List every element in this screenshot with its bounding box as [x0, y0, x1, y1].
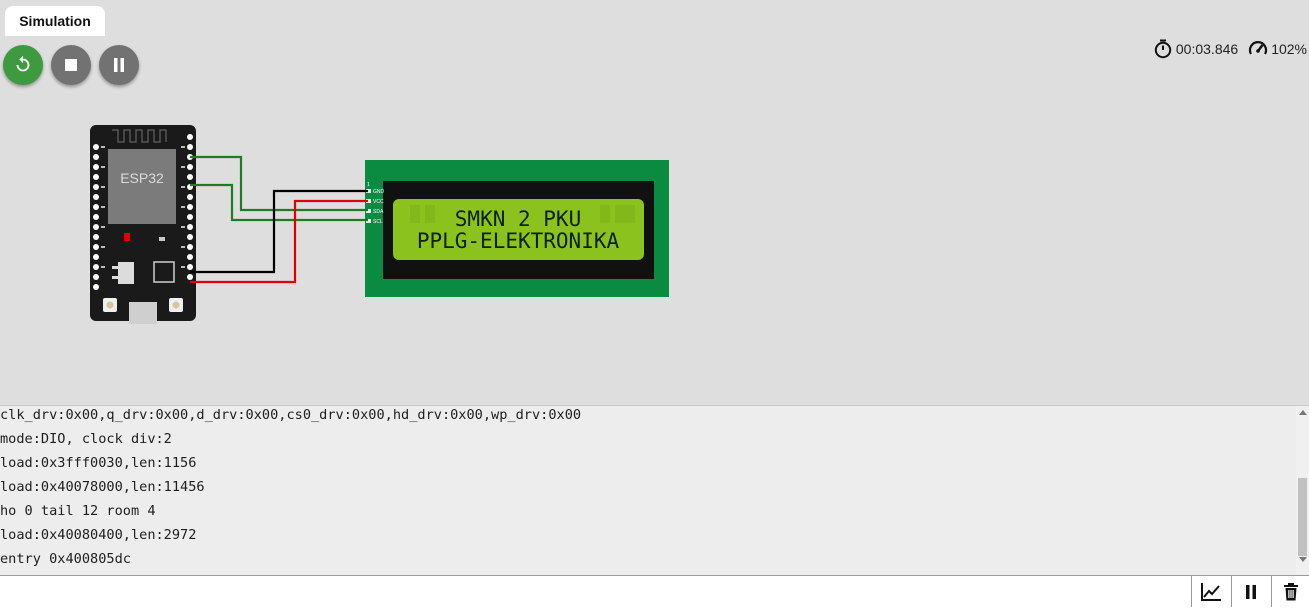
log-line: clk_drv:0x00,q_drv:0x00,d_drv:0x00,cs0_d…: [0, 407, 582, 423]
lcd-line-2: PPLG-ELEKTRONIKA: [416, 229, 620, 253]
svg-text:SCL: SCL: [373, 219, 383, 225]
chart-icon: [1201, 582, 1221, 601]
log-line: load:0x3fff0030,len:1156: [0, 455, 197, 471]
lcd-line-1: SMKN 2 PKU: [454, 207, 582, 231]
wire-vcc: [190, 199, 368, 284]
log-line: mode:DIO, clock div:2: [0, 431, 172, 447]
scroll-thumb[interactable]: [1298, 478, 1307, 556]
pause-icon: [1246, 584, 1256, 599]
lcd-display: SMKN 2 PKU PPLG-ELEKTRONIKA: [393, 200, 643, 260]
serial-input-bar: [0, 575, 1309, 608]
circuit-canvas[interactable]: 1 GND VCC SDA SCL ESP32 SMKN 2 PKU PPLG-EL…: [0, 0, 1309, 405]
log-line: entry 0x400805dc: [0, 551, 131, 567]
wire-gnd: [190, 189, 368, 274]
serial-scrollbar[interactable]: [1296, 406, 1309, 576]
wires: [190, 155, 368, 284]
serial-log: clk_drv:0x00,q_drv:0x00,d_drv:0x00,cs0_d…: [0, 406, 582, 571]
log-line: load:0x40080400,len:2972: [0, 527, 197, 543]
log-line: load:0x40078000,len:11456: [0, 479, 205, 495]
trash-icon: [1284, 582, 1298, 600]
svg-text:GND: GND: [373, 189, 385, 195]
serial-input[interactable]: [0, 576, 1192, 608]
clear-serial-button[interactable]: [1271, 576, 1309, 607]
log-line: ho 0 tail 12 room 4: [0, 503, 156, 519]
svg-text:VCC: VCC: [373, 199, 384, 205]
serial-monitor[interactable]: clk_drv:0x00,q_drv:0x00,d_drv:0x00,cs0_d…: [0, 405, 1309, 576]
scroll-up-arrow-icon[interactable]: [1299, 410, 1307, 415]
serial-pause-button[interactable]: [1231, 576, 1270, 607]
plotter-button[interactable]: [1191, 576, 1230, 607]
svg-text:SDA: SDA: [373, 209, 384, 215]
scroll-down-arrow-icon[interactable]: [1299, 557, 1307, 562]
esp32-board[interactable]: [90, 125, 196, 324]
esp32-label: ESP32: [120, 170, 164, 186]
svg-text:1: 1: [367, 182, 370, 188]
